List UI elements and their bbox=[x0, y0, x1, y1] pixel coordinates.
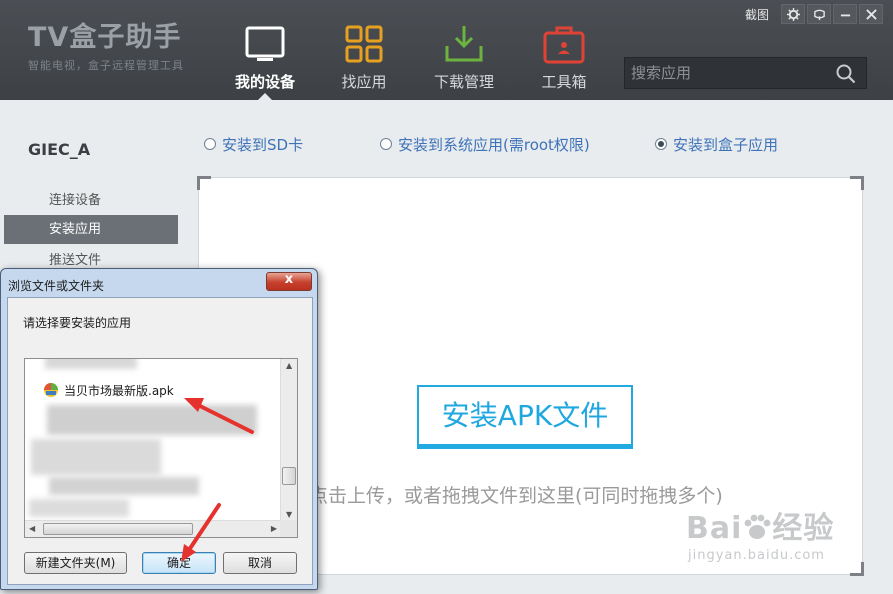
watermark-suffix: 经验 bbox=[772, 511, 835, 546]
nav-download-manager[interactable]: 下载管理 bbox=[414, 0, 514, 100]
gear-icon bbox=[786, 7, 800, 21]
watermark-url: jingyan.baidu.com bbox=[688, 548, 825, 563]
nav-find-apps[interactable]: 找应用 bbox=[314, 0, 414, 100]
sidebar-item-install-apps[interactable]: 安装应用 bbox=[4, 215, 178, 244]
window-controls: 截图 bbox=[745, 4, 883, 24]
screenshot-button[interactable]: 截图 bbox=[745, 6, 769, 23]
search-box bbox=[624, 57, 867, 89]
scroll-left-arrow-icon[interactable]: ◀ bbox=[29, 524, 35, 533]
scroll-right-arrow-icon[interactable]: ▶ bbox=[271, 524, 277, 533]
ok-button[interactable]: 确定 bbox=[142, 552, 216, 574]
blurred-tree-item bbox=[31, 439, 161, 475]
radio-button[interactable] bbox=[380, 138, 392, 150]
settings-button[interactable] bbox=[781, 4, 805, 24]
blurred-tree-item bbox=[49, 477, 199, 495]
corner-bracket bbox=[197, 176, 211, 190]
paw-icon bbox=[745, 514, 771, 539]
option-label: 安装到SD卡 bbox=[222, 135, 304, 154]
search-input[interactable] bbox=[625, 58, 830, 88]
tv-screen-icon bbox=[245, 26, 285, 61]
cancel-button[interactable]: 取消 bbox=[223, 552, 297, 574]
logo-subtitle: 智能电视，盒子远程管理工具 bbox=[28, 59, 184, 72]
radio-button-checked[interactable] bbox=[655, 138, 667, 150]
blurred-tree-item bbox=[45, 359, 137, 369]
dialog-prompt: 请选择要安装的应用 bbox=[23, 316, 132, 330]
apk-file-name: 当贝市场最新版.apk bbox=[64, 383, 174, 398]
scroll-down-arrow-icon[interactable]: ▼ bbox=[286, 510, 292, 519]
scrollbar-thumb[interactable] bbox=[282, 467, 296, 485]
option-label: 安装到盒子应用 bbox=[673, 135, 779, 154]
tree-item-apk-file[interactable]: 当贝市场最新版.apk bbox=[43, 381, 174, 399]
nav-label: 下载管理 bbox=[433, 73, 494, 91]
dialog-close-button[interactable] bbox=[266, 272, 312, 291]
toolbox-icon bbox=[543, 26, 585, 64]
install-apk-button[interactable]: 安装APK文件 bbox=[417, 385, 633, 449]
search-icon[interactable] bbox=[836, 64, 856, 84]
scroll-up-arrow-icon[interactable]: ▲ bbox=[286, 361, 292, 370]
sidebar-item-connect-device[interactable]: 连接设备 bbox=[4, 186, 178, 215]
app-header: TV盒子助手 智能电视，盒子远程管理工具 我的设备 找应用 下载管理 工具箱 截… bbox=[0, 0, 893, 100]
skin-icon bbox=[813, 9, 825, 20]
blurred-tree-item bbox=[29, 499, 129, 517]
option-install-system-app[interactable]: 安装到系统应用(需root权限) bbox=[380, 134, 590, 154]
option-install-sd-card[interactable]: 安装到SD卡 bbox=[204, 134, 303, 154]
close-button[interactable] bbox=[859, 4, 883, 24]
minimize-button[interactable] bbox=[833, 4, 857, 24]
baidu-jingyan-watermark: Bai 经验 jingyan.baidu.com bbox=[686, 510, 834, 563]
corner-bracket bbox=[850, 562, 864, 576]
nav-label: 找应用 bbox=[341, 73, 387, 91]
nav-my-devices[interactable]: 我的设备 bbox=[215, 0, 315, 100]
option-install-box-app[interactable]: 安装到盒子应用 bbox=[655, 134, 778, 154]
nav-label: 工具箱 bbox=[541, 73, 587, 91]
new-folder-button[interactable]: 新建文件夹(M) bbox=[24, 552, 127, 574]
blurred-tree-item bbox=[47, 405, 257, 435]
apk-file-icon bbox=[44, 383, 58, 397]
device-name: GIEC_A bbox=[28, 140, 91, 159]
option-label: 安装到系统应用(需root权限) bbox=[398, 135, 590, 154]
dialog-title: 浏览文件或文件夹 bbox=[8, 279, 105, 293]
app-grid-icon bbox=[345, 25, 383, 63]
download-tray-icon bbox=[445, 26, 483, 62]
dialog-body: 请选择要安装的应用 当贝市场最新版.apk ▲ ▼ ◀ ▶ 新建文件夹(M) 确… bbox=[7, 297, 313, 585]
vertical-scrollbar[interactable]: ▲ ▼ bbox=[280, 359, 297, 521]
app-logo: TV盒子助手 智能电视，盒子远程管理工具 bbox=[28, 22, 184, 73]
watermark-brand: Bai bbox=[686, 511, 743, 546]
radio-button[interactable] bbox=[204, 138, 216, 150]
nav-label: 我的设备 bbox=[234, 73, 295, 91]
corner-bracket bbox=[850, 176, 864, 190]
browse-folder-dialog: 浏览文件或文件夹 请选择要安装的应用 当贝市场最新版.apk ▲ bbox=[0, 268, 318, 590]
drop-hint-text: 点击上传，或者拖拽文件到这里(可同时拖拽多个) bbox=[309, 485, 723, 507]
nav-toolbox[interactable]: 工具箱 bbox=[514, 0, 614, 100]
scrollbar-corner bbox=[280, 520, 297, 537]
skin-button[interactable] bbox=[807, 4, 831, 24]
minimize-icon bbox=[840, 14, 850, 16]
scrollbar-thumb[interactable] bbox=[43, 523, 193, 535]
folder-tree[interactable]: 当贝市场最新版.apk ▲ ▼ ◀ ▶ bbox=[24, 358, 298, 538]
horizontal-scrollbar[interactable]: ◀ ▶ bbox=[25, 520, 281, 537]
logo-title: TV盒子助手 bbox=[28, 22, 182, 53]
close-icon bbox=[865, 8, 877, 20]
